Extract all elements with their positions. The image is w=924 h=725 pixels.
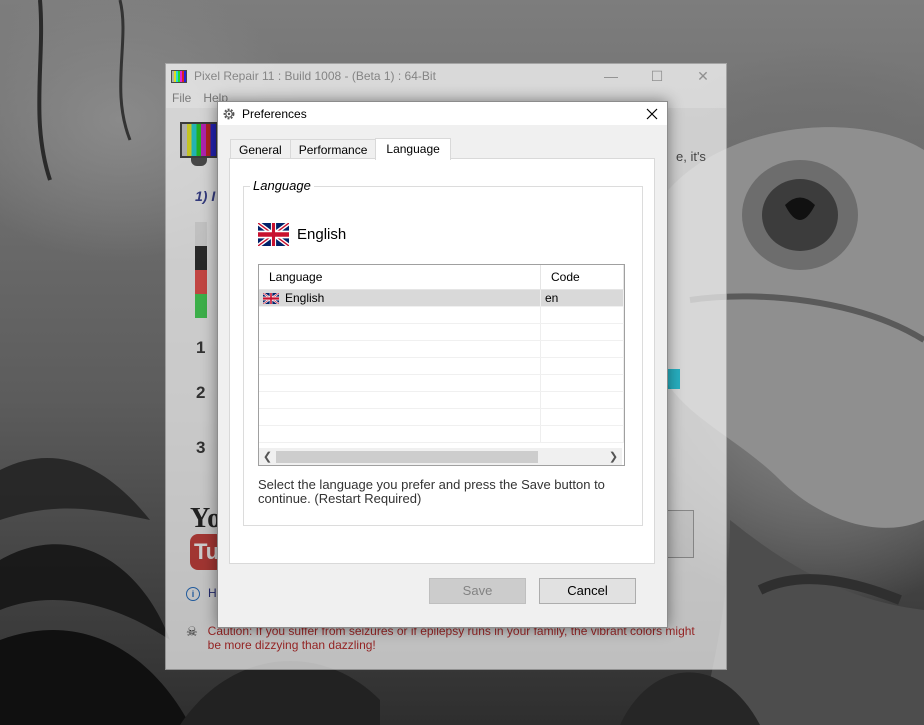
list-item-language: English <box>285 291 325 305</box>
gear-icon <box>223 108 235 119</box>
main-window-title: Pixel Repair 11 : Build 1008 - (Beta 1) … <box>194 69 436 83</box>
cancel-button[interactable]: Cancel <box>539 578 636 604</box>
language-groupbox: Language English Language Code English e… <box>243 178 643 526</box>
skull-icon: ☠ <box>186 624 198 639</box>
list-item[interactable]: English en <box>259 290 624 307</box>
scroll-right-icon[interactable]: ❯ <box>605 450 622 463</box>
groupbox-title: Language <box>250 178 314 193</box>
swatch-green[interactable] <box>195 294 207 318</box>
save-button[interactable]: Save <box>429 578 526 604</box>
column-header-language[interactable]: Language <box>259 265 541 289</box>
scroll-left-icon[interactable]: ❮ <box>259 450 276 463</box>
help-text: Select the language you prefer and press… <box>258 477 605 506</box>
maximize-button[interactable]: ☐ <box>634 68 680 85</box>
current-language-label: English <box>297 226 347 243</box>
scroll-thumb[interactable] <box>276 450 538 463</box>
cyan-indicator <box>666 369 680 389</box>
uk-flag-icon <box>263 292 279 304</box>
app-logo-icon <box>171 69 187 83</box>
minimize-button[interactable]: — <box>588 68 634 85</box>
tv-logo-icon <box>180 122 218 168</box>
horizontal-scrollbar[interactable]: ❮ ❯ <box>259 448 622 465</box>
column-header-code[interactable]: Code <box>541 265 624 289</box>
empty-row <box>259 324 624 341</box>
current-language: English <box>258 223 346 246</box>
empty-row <box>259 307 624 324</box>
list-cell-language: English <box>259 290 541 306</box>
empty-row <box>259 409 624 426</box>
empty-row <box>259 392 624 409</box>
empty-row <box>259 341 624 358</box>
step-number-1: 1 <box>196 338 206 357</box>
language-tab-panel: Language English Language Code English e… <box>229 158 655 564</box>
caution-text: Caution: If you suffer from seizures or … <box>207 624 695 652</box>
scroll-track[interactable] <box>276 450 605 463</box>
caution-row: ☠ Caution: If you suffer from seizures o… <box>186 624 706 652</box>
list-item-code: en <box>541 290 624 306</box>
empty-row <box>259 375 624 392</box>
main-titlebar: Pixel Repair 11 : Build 1008 - (Beta 1) … <box>166 64 726 88</box>
close-button[interactable]: ✕ <box>680 68 726 85</box>
info-text: H <box>208 586 217 600</box>
info-row: iH <box>186 586 217 601</box>
info-icon: i <box>186 587 200 601</box>
menu-file[interactable]: File <box>172 91 191 105</box>
tab-language[interactable]: Language <box>375 138 451 160</box>
swatch-white[interactable] <box>195 222 207 246</box>
window-controls: — ☐ ✕ <box>588 68 726 85</box>
swatch-black[interactable] <box>195 246 207 270</box>
uk-flag-icon <box>258 223 289 246</box>
step-heading: 1) I <box>195 188 216 204</box>
intro-text-fragment: e, it's <box>676 149 706 164</box>
step-number-3: 3 <box>196 438 206 457</box>
dialog-close-button[interactable] <box>637 102 667 125</box>
empty-row <box>259 358 624 375</box>
dialog-title: Preferences <box>242 106 307 121</box>
tab-performance[interactable]: Performance <box>289 139 377 159</box>
swatch-red[interactable] <box>195 270 207 294</box>
tab-general[interactable]: General <box>230 139 291 159</box>
step-number-2: 2 <box>196 383 206 402</box>
dialog-titlebar: Preferences <box>218 102 667 125</box>
close-icon <box>646 108 658 119</box>
list-header: Language Code <box>259 265 624 290</box>
empty-row <box>259 426 624 443</box>
tab-strip: General Performance Language <box>230 137 451 160</box>
color-swatches <box>195 222 207 318</box>
preferences-dialog: Preferences General Performance Language… <box>217 101 668 628</box>
language-list[interactable]: Language Code English en ❮ ❯ <box>258 264 625 466</box>
